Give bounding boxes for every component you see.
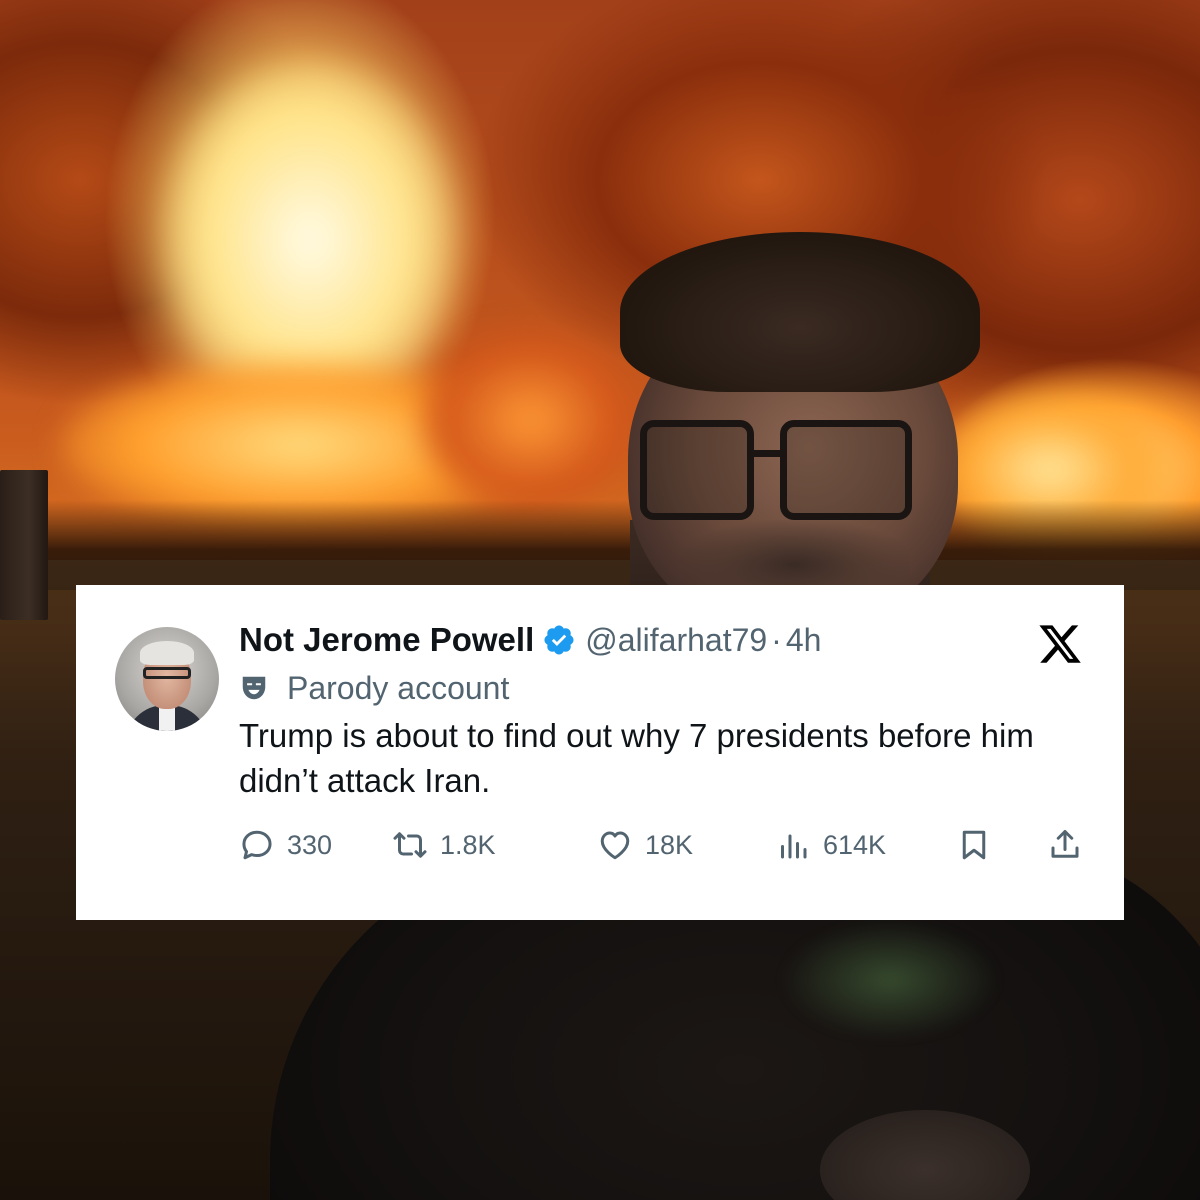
display-name[interactable]: Not Jerome Powell xyxy=(239,621,534,659)
x-logo-icon xyxy=(1039,625,1081,663)
like-button[interactable]: 18K xyxy=(597,820,693,870)
timestamp[interactable]: 4h xyxy=(786,622,822,659)
repost-button[interactable]: 1.8K xyxy=(392,820,496,870)
bookmark-button[interactable] xyxy=(956,820,992,870)
jacket-highlight xyxy=(780,920,1000,1040)
parody-account-text: Parody account xyxy=(287,669,510,706)
action-bar: 330 1.8K 18K 614K xyxy=(239,820,1089,870)
views-icon xyxy=(781,834,807,859)
repost-count: 1.8K xyxy=(440,829,496,860)
tweet-header: Not Jerome Powell @alifarhat79 · 4h xyxy=(239,615,821,665)
parody-mask-icon xyxy=(242,676,266,700)
bookmark-icon xyxy=(962,830,986,860)
reply-button[interactable]: 330 xyxy=(239,820,332,870)
views-button[interactable]: 614K xyxy=(775,820,886,870)
avatar[interactable] xyxy=(115,627,219,731)
fire-glow xyxy=(420,330,640,510)
reply-icon xyxy=(242,830,272,860)
share-icon xyxy=(1051,830,1079,858)
heart-icon xyxy=(600,831,630,860)
separator-dot: · xyxy=(771,621,782,658)
views-count: 614K xyxy=(823,829,887,860)
verified-badge-icon xyxy=(544,625,574,655)
tweet-text: Trump is about to find out why 7 preside… xyxy=(239,717,1034,799)
like-count: 18K xyxy=(645,829,694,860)
share-button[interactable] xyxy=(1047,820,1083,870)
truck xyxy=(0,470,48,620)
repost-icon xyxy=(393,832,427,858)
glasses xyxy=(640,420,920,530)
reply-count: 330 xyxy=(287,829,333,860)
handle[interactable]: @alifarhat79 xyxy=(585,622,767,659)
tweet-card[interactable]: Not Jerome Powell @alifarhat79 · 4h Paro… xyxy=(76,585,1124,920)
parody-label: Parody account xyxy=(239,668,509,708)
hair xyxy=(620,232,980,392)
